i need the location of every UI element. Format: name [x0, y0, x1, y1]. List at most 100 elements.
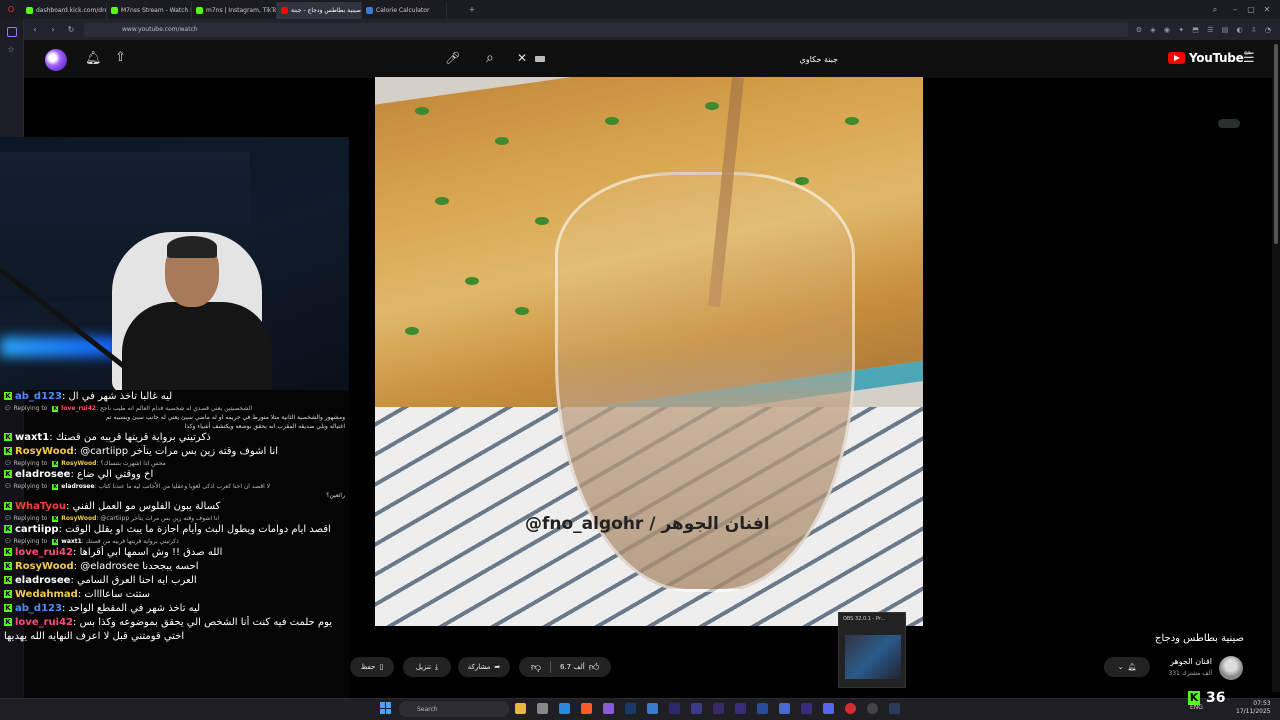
system-clock[interactable]: 07:53 17/11/2025: [1236, 700, 1271, 716]
account-avatar[interactable]: [45, 49, 67, 71]
herb: [495, 137, 509, 145]
back-button[interactable]: ‹: [30, 25, 40, 34]
chat-username[interactable]: waxt1: [15, 432, 49, 443]
share-button[interactable]: مشاركة ➦: [458, 657, 510, 677]
opera-icon[interactable]: [845, 703, 856, 714]
tab-label: m7ns | Instagram, TikTok |: [206, 6, 276, 14]
browser-tab[interactable]: Calorie Calculator: [362, 1, 447, 19]
page-scrollbar[interactable]: [1272, 40, 1280, 692]
vscode-icon[interactable]: [559, 703, 570, 714]
chat-message: K WhaTyou: كسالة يبون الفلوس مو العمل الف…: [4, 501, 221, 512]
app-icon[interactable]: [537, 703, 548, 714]
search-icon[interactable]: ⌕: [486, 51, 494, 65]
reply-username[interactable]: RosyWood: [61, 515, 96, 522]
chat-username[interactable]: RosyWood: [15, 446, 74, 457]
browser-tab[interactable]: M7nss Stream - Watch Li: [107, 1, 192, 19]
download-button[interactable]: تنزيل ⤓: [403, 657, 451, 677]
kick-badge-icon: K: [4, 604, 12, 612]
kick-badge-icon: K: [4, 447, 12, 455]
reply-quote: محس اذا اشهرت بتنساك؟: [100, 460, 166, 467]
chat-username[interactable]: eladrosee: [15, 469, 70, 480]
start-icon[interactable]: [380, 702, 392, 714]
save-button[interactable]: حفظ ▯: [350, 657, 394, 677]
chat-username[interactable]: ab_d123: [15, 391, 62, 402]
channel-name[interactable]: افنان الجوهر: [1140, 657, 1212, 666]
pin-icon[interactable]: ☆: [8, 45, 16, 54]
chat-text: @eladrosee احسه يبجحدنا: [80, 561, 199, 572]
photoshop-icon[interactable]: [625, 703, 636, 714]
dislike-icon[interactable]: 👎︎: [531, 661, 541, 673]
notifications-icon[interactable]: 🔔︎: [85, 52, 102, 65]
address-bar: ‹ › ↻ www.youtube.com/watch ⚙ ◈ ◉ ✦ ⬒ ☰ …: [24, 19, 1280, 40]
video-player[interactable]: @fno_algohr / افنان الجوهر: [375, 77, 923, 626]
visual-studio-icon[interactable]: [603, 703, 614, 714]
chat-reply-context: 💬︎ Replying to Kwaxt1: ذكرتيني برواية قر…: [4, 538, 179, 545]
chat-username[interactable]: eladrosee: [15, 575, 70, 586]
audition-icon[interactable]: [669, 703, 680, 714]
chat-username[interactable]: RosyWood: [15, 561, 74, 572]
autoplay-toggle[interactable]: [1218, 119, 1240, 128]
menu-icon[interactable]: ☰: [1243, 52, 1255, 65]
chat-text: ستتت ساعاااات: [84, 589, 150, 600]
maximize-button[interactable]: ▢: [1246, 5, 1256, 14]
home-icon[interactable]: [6, 27, 17, 37]
kick-badge-icon: K: [4, 562, 12, 570]
close-window-button[interactable]: ✕: [1262, 5, 1272, 14]
chat-username[interactable]: Wedahmad: [15, 589, 78, 600]
premiere-icon[interactable]: [801, 703, 812, 714]
like-count[interactable]: 6.7 ألف: [560, 663, 585, 671]
reply-username[interactable]: waxt1: [61, 538, 82, 545]
chat-username[interactable]: WhaTyou: [15, 501, 66, 512]
tab-search-icon[interactable]: ⌕: [1210, 5, 1220, 15]
app-icon[interactable]: [757, 703, 768, 714]
file-explorer-icon[interactable]: [515, 703, 526, 714]
channel-avatar[interactable]: [1219, 656, 1243, 680]
forward-button[interactable]: ›: [48, 25, 58, 34]
voice-search-icon[interactable]: 🎤︎: [445, 52, 460, 64]
subscribe-bell-button[interactable]: ⌄ 🔔︎: [1104, 657, 1150, 677]
media-encoder-icon[interactable]: [713, 703, 724, 714]
after-effects-icon[interactable]: [735, 703, 746, 714]
extensions-icons[interactable]: ⚙ ◈ ◉ ✦ ⬒ ☰ ▤ ◐ ⇩ ◔: [1136, 26, 1274, 34]
reply-icon: 💬︎: [4, 405, 14, 412]
chat-text: الله صدق !! وش اسمها ابي أقراها: [79, 547, 223, 558]
search-input[interactable]: جبنة حكاوي: [534, 47, 848, 71]
reply-username[interactable]: RosyWood: [61, 460, 96, 467]
minimize-button[interactable]: –: [1230, 5, 1240, 14]
opera-menu-icon[interactable]: O: [6, 5, 16, 14]
stream-chat: Kab_d123: ليه غالبا تاخذ شهر في ال 💬︎ Rep…: [0, 390, 349, 710]
chat-username[interactable]: cartiipp: [15, 524, 59, 535]
chat-username[interactable]: ab_d123: [15, 603, 62, 614]
app-icon[interactable]: [779, 703, 790, 714]
obs-icon[interactable]: [867, 703, 878, 714]
browser-tab[interactable]: m7ns | Instagram, TikTok |: [192, 1, 277, 19]
like-icon[interactable]: 👍︎: [589, 661, 599, 673]
video-title: صينية بطاطس ودجاج: [1155, 633, 1244, 644]
streamer-body: [122, 302, 272, 390]
youtube-logo[interactable]: YouTube SA: [1168, 51, 1251, 65]
app-icon[interactable]: [691, 703, 702, 714]
reload-button[interactable]: ↻: [66, 25, 76, 34]
language-indicator[interactable]: ENG: [1190, 704, 1203, 711]
reply-username[interactable]: eladrosee: [61, 483, 94, 490]
chat-message-continuation: اختي قومتني قبل لا اعرف النهايه الله يهد…: [4, 631, 185, 642]
obs-taskbar-preview[interactable]: OBS 32.0.1 - Pr...: [838, 612, 906, 688]
discord-icon[interactable]: [823, 703, 834, 714]
url-field[interactable]: www.youtube.com/watch: [84, 22, 1128, 37]
new-tab-button[interactable]: +: [467, 5, 477, 14]
browser-tab[interactable]: صينية بطاطس ودجاج - جبنة: [277, 1, 362, 19]
taskbar-search[interactable]: Search: [399, 701, 509, 717]
reply-username[interactable]: love_rui42: [61, 405, 96, 412]
chat-username[interactable]: love_rui42: [15, 617, 73, 628]
steam-icon[interactable]: [889, 703, 900, 714]
chat-username[interactable]: love_rui42: [15, 547, 73, 558]
app-icon[interactable]: [647, 703, 658, 714]
clear-search-icon[interactable]: ✕: [517, 52, 527, 64]
kick-badge-icon: K: [52, 515, 59, 522]
brave-icon[interactable]: [581, 703, 592, 714]
create-upload-icon[interactable]: ⇧: [115, 51, 126, 64]
browser-tab[interactable]: dashboard.kick.com/dropp: [22, 1, 107, 19]
kick-badge-icon: K: [4, 590, 12, 598]
replying-to-label: Replying to: [13, 483, 48, 490]
chat-text: كسالة يبون الفلوس مو العمل الفني: [72, 501, 221, 512]
